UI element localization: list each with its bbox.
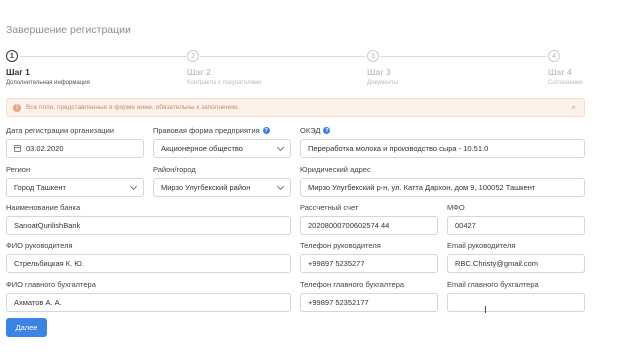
mfo-field[interactable]: 00427 [447, 216, 585, 235]
step-2-indicator[interactable]: 2 [187, 50, 199, 62]
director-name-field[interactable]: Стрельбицкая К. Ю. [6, 254, 291, 273]
director-name-label: ФИО руководителя [6, 241, 73, 250]
legal-address-field[interactable]: Мирзо Улугбекский р-н, ул. Катта Дархон,… [300, 178, 585, 197]
step-4-indicator[interactable]: 4 [548, 50, 560, 62]
okved-label: ОКЭД? [300, 126, 331, 135]
accountant-name-label: ФИО главного бухгалтера [6, 280, 96, 289]
legal-form-select[interactable]: Акционерное общество [153, 139, 291, 158]
director-email-field[interactable]: RBC.Christy@gmail.com [447, 254, 585, 273]
step-1-title[interactable]: Шаг 1 [6, 67, 30, 77]
reg-date-field[interactable]: 03.02.2020 [6, 139, 144, 158]
step-1-indicator[interactable]: 1 [6, 50, 18, 62]
step-1-subtitle: Дополнительная информация [6, 80, 90, 86]
reg-date-label: Дата регистрации организации [6, 126, 114, 135]
alert-text: Все поля, представленные в форме ниже, о… [26, 104, 240, 111]
bank-name-label: Наименование банка [6, 203, 81, 212]
chevron-down-icon [129, 182, 138, 191]
district-label: Район/город [153, 165, 196, 174]
director-phone-field[interactable]: +99897 5235277 [300, 254, 438, 273]
step-connector [20, 56, 186, 57]
accountant-email-field[interactable] [447, 293, 585, 312]
accountant-phone-label: Телефон главного бухгалтера [300, 280, 405, 289]
bank-name-field[interactable]: SanoatQurilishBank [6, 216, 291, 235]
chevron-down-icon [276, 143, 285, 152]
accountant-phone-field[interactable]: +99897 52352177 [300, 293, 438, 312]
legal-address-label: Юридический адрес [300, 165, 371, 174]
accountant-email-label: Email главного бухгалтера [447, 280, 539, 289]
calendar-icon [14, 145, 21, 152]
required-fields-alert: ! Все поля, представленные в форме ниже,… [6, 98, 585, 117]
legal-form-label: Правовая форма предприятия? [153, 126, 270, 135]
account-field[interactable]: 20208000700602574 44 [300, 216, 438, 235]
mfo-label: МФО [447, 203, 465, 212]
step-2-subtitle: Контракты с покупателями [187, 80, 262, 86]
step-2-title[interactable]: Шаг 2 [187, 67, 211, 77]
accountant-name-field[interactable]: Ахматов А. А. [6, 293, 291, 312]
step-4-title[interactable]: Шаг 4 [548, 67, 572, 77]
help-icon[interactable]: ? [262, 127, 270, 134]
account-label: Рассчетный счет [300, 203, 359, 212]
page-title: Завершение регистрации [6, 24, 131, 36]
district-select[interactable]: Мирзо Улугбекский район [153, 178, 291, 197]
close-icon[interactable]: × [571, 103, 576, 112]
chevron-down-icon [276, 182, 285, 191]
director-email-label: Email руководителя [447, 241, 516, 250]
step-3-indicator[interactable]: 3 [367, 50, 379, 62]
step-connector [380, 56, 546, 57]
step-3-subtitle: Документы [367, 80, 398, 86]
director-phone-label: Телефон руководителя [300, 241, 381, 250]
region-label: Регион [6, 165, 31, 174]
okved-field[interactable]: Переработка молока и производство сыра -… [300, 139, 585, 158]
step-3-title[interactable]: Шаг 3 [367, 67, 391, 77]
text-cursor-icon: I [484, 305, 487, 316]
step-connector [200, 56, 366, 57]
next-button[interactable]: Далее [6, 318, 47, 337]
info-icon: ! [13, 103, 21, 112]
step-4-subtitle: Соглашение [548, 80, 583, 86]
region-select[interactable]: Город Ташкент [6, 178, 144, 197]
stepper: 1 Шаг 1 Дополнительная информация 2 Шаг … [6, 50, 586, 90]
help-icon[interactable]: ? [323, 127, 331, 134]
